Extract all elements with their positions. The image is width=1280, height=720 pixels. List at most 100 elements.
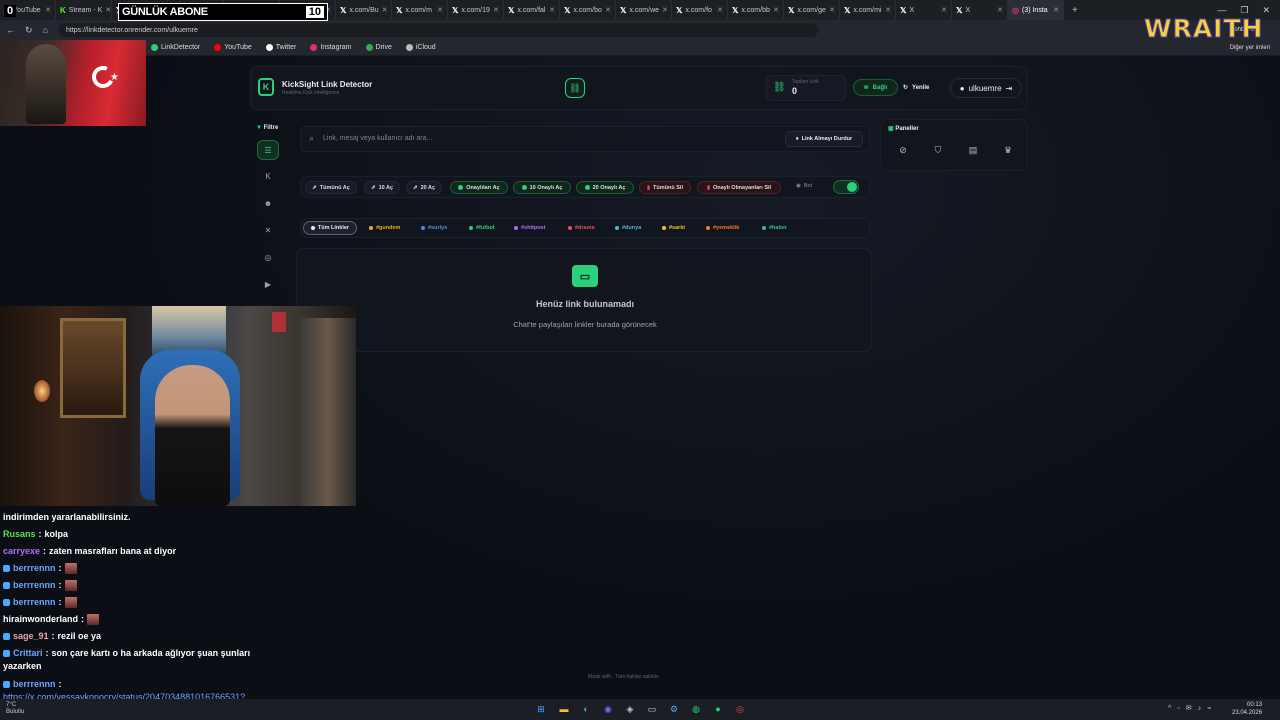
tag-filter[interactable]: #dunya [615, 222, 641, 234]
close-tab-icon[interactable]: ✕ [773, 6, 779, 14]
inbox-icon: ▭ [572, 265, 598, 287]
action-button[interactable]: 20 Onaylı Aç [576, 181, 634, 194]
bookmark[interactable]: YouTube [214, 44, 252, 51]
link-icon[interactable]: ⛓ [565, 78, 585, 98]
tag-label: #sarki [669, 225, 685, 231]
x-twitter-icon[interactable]: ✕ [257, 220, 279, 240]
reload-icon[interactable]: ↻ [25, 25, 33, 36]
system-tray[interactable]: ^◦✉♪⌁ [1168, 704, 1217, 712]
action-button[interactable]: ⇗ 20 Aç [406, 181, 442, 194]
tag-filter[interactable]: #futbol [469, 222, 494, 234]
action-button[interactable]: Onaylıları Aç [450, 181, 508, 194]
bookmark[interactable]: LinkDetector [150, 44, 200, 51]
tag-filter[interactable]: #sarki [662, 222, 685, 234]
close-tab-icon[interactable]: ✕ [885, 6, 891, 14]
close-tab-icon[interactable]: ✕ [717, 6, 723, 14]
browser-tab[interactable]: 𝕏x.com/mi ✕ [840, 0, 896, 20]
other-bookmarks[interactable]: Diğer yer imleri [1230, 45, 1270, 51]
clock[interactable]: 00:13 23.04.2026 [1232, 701, 1262, 717]
close-tab-icon[interactable]: ✕ [941, 6, 947, 14]
steam-icon[interactable]: ◈ [623, 702, 637, 716]
close-tab-icon[interactable]: ✕ [997, 6, 1003, 14]
tag-filter[interactable]: #yemeklik [706, 222, 739, 234]
browser-tab[interactable]: K Stream - K ✕ [56, 0, 112, 20]
bookmark[interactable]: Instagram [310, 44, 352, 51]
browser-tab[interactable]: 𝕏x.com/Bu ✕ [336, 0, 392, 20]
close-tab-icon[interactable]: ✕ [605, 6, 611, 14]
chat-message: berrrennn: [3, 594, 77, 611]
browser-tab[interactable]: 𝕏x.com/bo ✕ [560, 0, 616, 20]
tag-filter[interactable]: #suriye [421, 222, 447, 234]
tag-filter[interactable]: #haber [762, 222, 787, 234]
explorer-icon[interactable]: ▬ [557, 702, 571, 716]
action-button[interactable]: ▮ Onaylı Olmayanları Sil [697, 181, 781, 194]
browser-tab[interactable]: 𝕏 X ✕ [896, 0, 952, 20]
search-input[interactable]: Link, mesaj veya kullanıcı adı ara... [323, 135, 432, 142]
close-tab-icon[interactable]: ✕ [45, 6, 51, 14]
tag-label: #haber [769, 225, 788, 231]
browser-tab[interactable]: 𝕏 X ✕ [952, 0, 1008, 20]
address-bar-row: ← ↻ ⌂ https://linkdetector.onrender.com/… [0, 20, 1280, 40]
trophy-icon[interactable]: ♛ [1001, 143, 1015, 157]
browser-tab[interactable]: 𝕏x.com/fo ✕ [672, 0, 728, 20]
instagram-icon[interactable]: ◎ [257, 247, 279, 267]
shield-icon[interactable]: ⛉ [931, 143, 945, 157]
browser-tab[interactable]: 𝕏x.com/bb ✕ [728, 0, 784, 20]
close-tab-icon[interactable]: ✕ [493, 6, 499, 14]
bot-toggle-knob[interactable] [847, 182, 857, 192]
browser-tab[interactable]: 𝕏x.com/19 ✕ [448, 0, 504, 20]
action-button[interactable]: ▮ Tümünü Sil [639, 181, 691, 194]
all-list-icon[interactable]: ☰ [257, 140, 279, 160]
user-filter-icon[interactable]: ☻ [257, 193, 279, 213]
spotify-icon[interactable]: ● [711, 702, 725, 716]
action-button[interactable]: ⇗ 10 Aç [364, 181, 400, 194]
tag-filter[interactable]: Tüm Linkler [303, 221, 357, 235]
filter-icon: ▼ [256, 125, 262, 131]
block-icon[interactable]: ⊘ [896, 143, 910, 157]
close-window-icon[interactable]: ✕ [1262, 5, 1270, 16]
stop-links-button[interactable]: ⏸ Link Almayı Durdur [785, 131, 863, 147]
url-field[interactable]: https://linkdetector.onrender.com/ulkuem… [57, 23, 818, 37]
bookmark[interactable]: iCloud [405, 44, 436, 51]
close-tab-icon[interactable]: ✕ [382, 6, 388, 14]
close-tab-icon[interactable]: ✕ [549, 6, 555, 14]
close-tab-icon[interactable]: ✕ [1053, 6, 1059, 14]
new-tab-icon[interactable]: + [1064, 5, 1086, 16]
weather-widget[interactable]: 7°C Bulutlu [6, 702, 24, 716]
subscriber-goal-count: 10 [305, 6, 324, 18]
back-icon[interactable]: ← [6, 25, 15, 35]
close-tab-icon[interactable]: ✕ [105, 6, 111, 14]
tag-filter[interactable]: #shitpost [514, 222, 545, 234]
tag-filter[interactable]: #gundem [369, 222, 400, 234]
action-button[interactable]: ⇗ Tümünü Aç [305, 181, 357, 194]
close-tab-icon[interactable]: ✕ [437, 6, 443, 14]
app-icon[interactable]: ▭ [645, 702, 659, 716]
bookmark[interactable]: Twitter [265, 44, 296, 51]
chrome-icon[interactable]: ◎ [733, 702, 747, 716]
close-tab-icon[interactable]: ✕ [829, 6, 835, 14]
browser-tab[interactable]: 𝕏x.com/we ✕ [616, 0, 672, 20]
bookmark[interactable]: Drive [365, 44, 392, 51]
user-button[interactable]: ● ulkuemre ⇥ [950, 78, 1022, 98]
browser-tab[interactable]: 𝕏x.com/m ✕ [392, 0, 448, 20]
tag-filter[interactable]: #drama [568, 222, 595, 234]
refresh-button[interactable]: ↻ Yenile [903, 79, 943, 96]
close-tab-icon[interactable]: ✕ [662, 6, 668, 14]
home-icon[interactable]: ⌂ [43, 25, 48, 35]
action-button[interactable]: 10 Onaylı Aç [513, 181, 571, 194]
start-icon[interactable]: ⊞ [534, 702, 548, 716]
browser-tab[interactable]: ◎ (3) Insta ✕ [1008, 0, 1064, 20]
youtube-icon[interactable]: ▶ [257, 274, 279, 294]
browser-tab[interactable]: 𝕏x.com/ge ✕ [784, 0, 840, 20]
settings-icon[interactable]: ⚙ [667, 702, 681, 716]
kick-icon[interactable]: K [257, 166, 279, 186]
edge-icon[interactable]: ◐ [579, 702, 593, 716]
archive-icon[interactable]: ▤ [966, 143, 980, 157]
discord-icon[interactable]: ◉ [601, 702, 615, 716]
check-icon [458, 185, 464, 190]
browser-tab[interactable]: 𝕏x.com/fal ✕ [504, 0, 560, 20]
whatsapp-icon[interactable]: ◍ [689, 702, 703, 716]
logout-icon[interactable]: ⇥ [1006, 84, 1013, 93]
check-icon [521, 185, 527, 190]
connected-button[interactable]: ≋ Bağlı [853, 79, 898, 96]
